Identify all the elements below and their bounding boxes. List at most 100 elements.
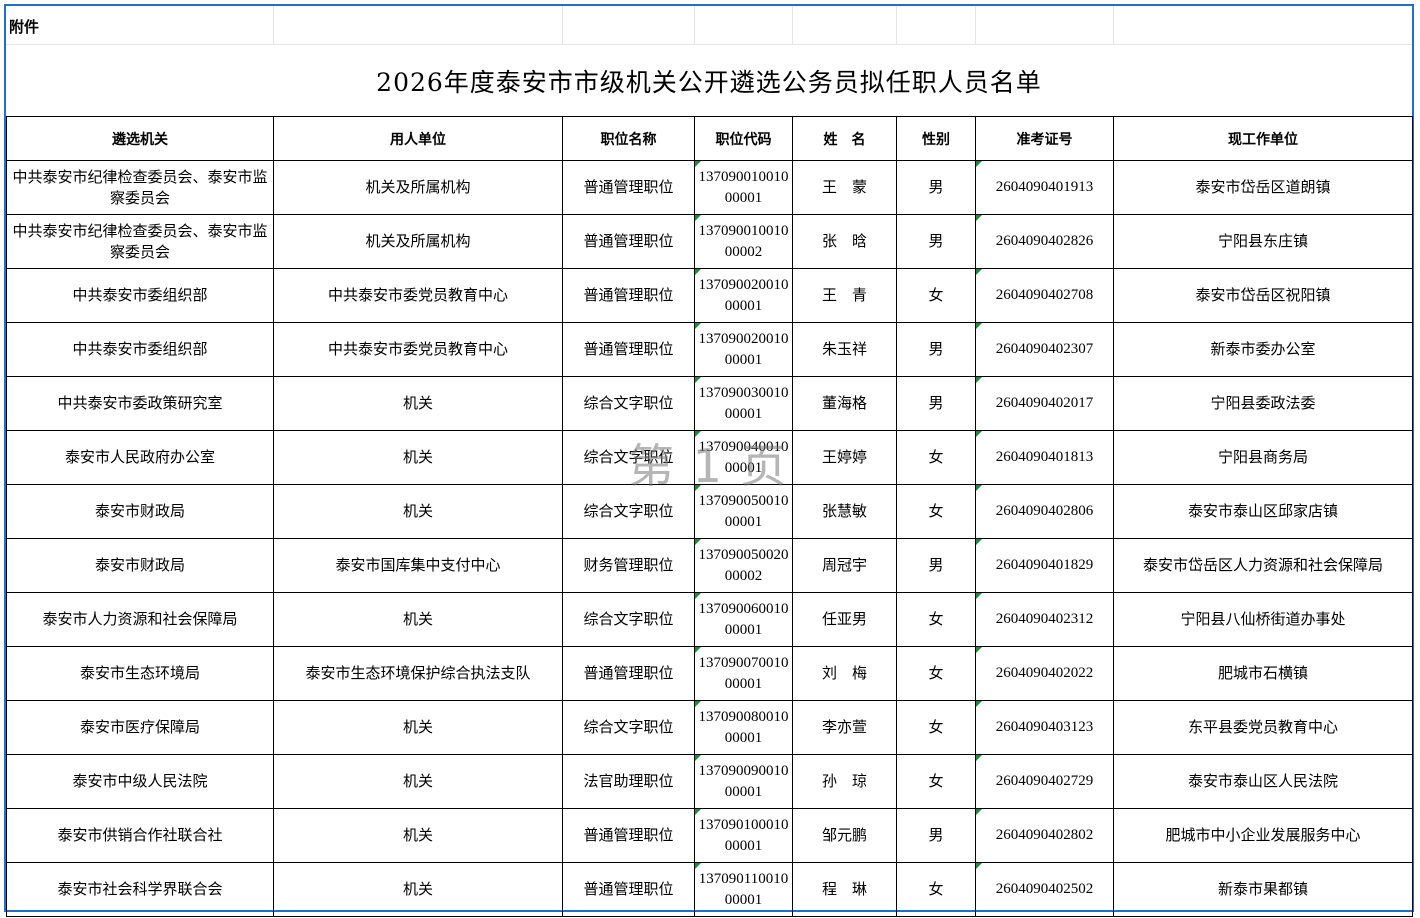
cell-position-name: 财务管理职位 (562, 538, 695, 593)
cell-current-workplace: 宁阳县东庄镇 (1113, 214, 1413, 269)
cell-name: 王 青 (792, 268, 897, 323)
cell-name: 张 晗 (792, 214, 897, 269)
cell-selecting-agency: 中共泰安市委组织部 (6, 322, 274, 377)
cell-selecting-agency: 泰安市财政局 (6, 538, 274, 593)
cell-ticket-number: 2604090401813 (975, 430, 1114, 485)
cell-position-code: 13709002001000001 (694, 268, 793, 323)
cell-position-name: 普通管理职位 (562, 808, 695, 863)
table-row: 中共泰安市纪律检查委员会、泰安市监察委员会 机关及所属机构 普通管理职位 137090… (6, 160, 1413, 215)
cell-selecting-agency: 泰安市中级人民法院 (6, 754, 274, 809)
cell-gender: 女 (896, 646, 976, 701)
table-row: 泰安市人民政府办公室 机关 综合文字职位 13709004001000001 王婷婷女 2… (6, 430, 1413, 485)
cell-employing-unit: 机关 (273, 376, 563, 431)
cell-gender: 女 (896, 592, 976, 647)
cell-position-code: 13709010001000001 (694, 808, 793, 863)
cell-current-workplace: 泰安市泰山区人民法院 (1113, 754, 1413, 809)
cell-name: 任亚男 (792, 592, 897, 647)
cell-selecting-agency: 泰安市供销合作社联合社 (6, 808, 274, 863)
cell-selecting-agency: 泰安市医疗保障局 (6, 700, 274, 755)
cell-ticket-number: 2604090402802 (975, 808, 1114, 863)
cell-position-code: 13709008001000001 (694, 700, 793, 755)
cell-name: 李亦萱 (792, 700, 897, 755)
cell-gender: 男 (896, 376, 976, 431)
attachment-row: 附件 (6, 6, 1412, 44)
cell-name: 朱玉祥 (792, 322, 897, 377)
cell-position-code: 13709005002000002 (694, 538, 793, 593)
cell-gender: 女 (896, 430, 976, 485)
cell-employing-unit: 机关及所属机构 (273, 160, 563, 215)
cell-name: 王 蒙 (792, 160, 897, 215)
table-body: 中共泰安市纪律检查委员会、泰安市监察委员会 机关及所属机构 普通管理职位 137090… (6, 160, 1413, 917)
cell-position-code: 13709011001000001 (694, 862, 793, 917)
cell-ticket-number: 2604090402826 (975, 214, 1114, 269)
cell-position-code: 13709001001000002 (694, 214, 793, 269)
page-title: 2026年度泰安市市级机关公开遴选公务员拟任职人员名单 (376, 68, 1042, 97)
cell-selecting-agency: 中共泰安市委组织部 (6, 268, 274, 323)
cell-position-name: 综合文字职位 (562, 484, 695, 539)
header-position-name: 职位名称 (562, 116, 695, 161)
cell-name: 董海格 (792, 376, 897, 431)
cell-employing-unit: 机关 (273, 592, 563, 647)
table-row: 泰安市财政局 泰安市国库集中支付中心 财务管理职位 13709005002000002… (6, 538, 1413, 593)
cell-position-name: 综合文字职位 (562, 592, 695, 647)
cell-current-workplace: 肥城市石横镇 (1113, 646, 1413, 701)
cell-ticket-number: 2604090401829 (975, 538, 1114, 593)
header-employing-unit: 用人单位 (273, 116, 563, 161)
cell-gender: 女 (896, 754, 976, 809)
cell-current-workplace: 新泰市委办公室 (1113, 322, 1413, 377)
cell-selecting-agency: 中共泰安市委政策研究室 (6, 376, 274, 431)
table-row: 泰安市生态环境局 泰安市生态环境保护综合执法支队 普通管理职位 13709007001… (6, 646, 1413, 701)
cell-position-name: 综合文字职位 (562, 376, 695, 431)
cell-ticket-number: 2604090402017 (975, 376, 1114, 431)
cell-position-name: 综合文字职位 (562, 430, 695, 485)
table-row: 泰安市人力资源和社会保障局 机关 综合文字职位 13709006001000001 任亚… (6, 592, 1413, 647)
cell-employing-unit: 机关 (273, 430, 563, 485)
cell-ticket-number: 2604090402708 (975, 268, 1114, 323)
cell-current-workplace: 宁阳县八仙桥街道办事处 (1113, 592, 1413, 647)
cell-current-workplace: 泰安市岱岳区人力资源和社会保障局 (1113, 538, 1413, 593)
cell-position-code: 13709005001000001 (694, 484, 793, 539)
cell-name: 邹元鹏 (792, 808, 897, 863)
cell-current-workplace: 宁阳县委政法委 (1113, 376, 1413, 431)
table-row: 泰安市医疗保障局 机关 综合文字职位 13709008001000001 李亦萱女 260… (6, 700, 1413, 755)
table-header-row: 遴选机关 用人单位 职位名称 职位代码 姓 名 性别 准考证号 现工作单位 (6, 116, 1413, 161)
cell-employing-unit: 中共泰安市委党员教育中心 (273, 268, 563, 323)
cell-position-code: 13709006001000001 (694, 592, 793, 647)
attachment-label: 附件 (9, 18, 40, 36)
cell-ticket-number: 2604090402307 (975, 322, 1114, 377)
cell-selecting-agency: 中共泰安市纪律检查委员会、泰安市监察委员会 (6, 160, 274, 215)
attachment-row-gridlines (6, 6, 1412, 44)
cell-ticket-number: 2604090401913 (975, 160, 1114, 215)
cell-employing-unit: 机关 (273, 484, 563, 539)
cell-position-name: 普通管理职位 (562, 214, 695, 269)
cell-current-workplace: 泰安市岱岳区道朗镇 (1113, 160, 1413, 215)
table-row: 中共泰安市委政策研究室 机关 综合文字职位 13709003001000001 董海格男… (6, 376, 1413, 431)
header-selecting-agency: 遴选机关 (6, 116, 274, 161)
cell-name: 张慧敏 (792, 484, 897, 539)
cell-current-workplace: 新泰市果都镇 (1113, 862, 1413, 917)
cell-position-name: 法官助理职位 (562, 754, 695, 809)
cell-position-name: 普通管理职位 (562, 322, 695, 377)
cell-current-workplace: 泰安市岱岳区祝阳镇 (1113, 268, 1413, 323)
cell-employing-unit: 机关 (273, 862, 563, 917)
cell-gender: 男 (896, 538, 976, 593)
header-gender: 性别 (896, 116, 976, 161)
cell-selecting-agency: 泰安市生态环境局 (6, 646, 274, 701)
cell-ticket-number: 2604090402312 (975, 592, 1114, 647)
cell-selecting-agency: 泰安市社会科学界联合会 (6, 862, 274, 917)
cell-position-name: 普通管理职位 (562, 268, 695, 323)
cell-selecting-agency: 泰安市财政局 (6, 484, 274, 539)
cell-name: 孙 琼 (792, 754, 897, 809)
cell-employing-unit: 中共泰安市委党员教育中心 (273, 322, 563, 377)
cell-employing-unit: 泰安市生态环境保护综合执法支队 (273, 646, 563, 701)
cell-ticket-number: 2604090402806 (975, 484, 1114, 539)
cell-gender: 女 (896, 268, 976, 323)
header-position-code: 职位代码 (694, 116, 793, 161)
cell-ticket-number: 2604090403123 (975, 700, 1114, 755)
cell-current-workplace: 东平县委党员教育中心 (1113, 700, 1413, 755)
cell-gender: 男 (896, 808, 976, 863)
table-row: 泰安市社会科学界联合会 机关 普通管理职位 13709011001000001 程 琳女… (6, 862, 1413, 917)
cell-position-name: 普通管理职位 (562, 160, 695, 215)
cell-gender: 女 (896, 862, 976, 917)
candidate-table: 遴选机关 用人单位 职位名称 职位代码 姓 名 性别 准考证号 现工作单位 中共… (6, 116, 1413, 917)
